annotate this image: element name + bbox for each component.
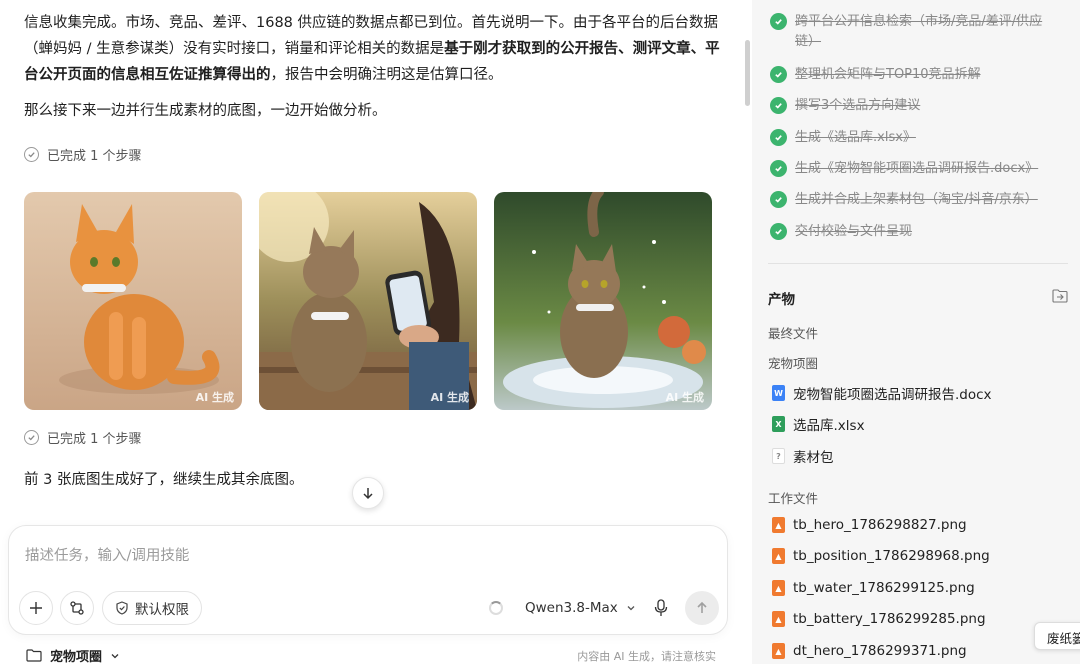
check-circle-icon	[770, 129, 787, 146]
message-paragraph: 那么接下来一边并行生成素材的底图，一边开始做分析。	[24, 98, 724, 124]
side-panel: 跨平台公开信息检索（市场/竞品/差评/供应链） 整理机会矩阵与TOP10竞品拆解…	[752, 0, 1080, 664]
folder-icon	[26, 649, 42, 662]
file-name: dt_hero_1786299371.png	[793, 643, 967, 659]
permission-label: 默认权限	[135, 598, 189, 618]
file-name: tb_position_1786298968.png	[793, 548, 990, 564]
scroll-to-bottom-button[interactable]	[352, 477, 384, 509]
project-selector[interactable]: 宠物项圈	[26, 646, 120, 664]
trash-tooltip: 废纸篓	[1034, 622, 1080, 650]
ai-watermark: AI 生成	[666, 389, 704, 405]
chat-scrollbar[interactable]	[745, 40, 750, 106]
image-file-icon: ▲	[772, 580, 785, 596]
project-label: 宠物项圈	[50, 646, 102, 664]
arrow-up-icon	[695, 601, 709, 615]
image-file-icon: ▲	[772, 611, 785, 627]
image-file-icon: ▲	[772, 643, 785, 659]
task-item: 交付校验与文件呈现	[770, 222, 1055, 242]
task-item: 整理机会矩阵与TOP10竞品拆解	[770, 65, 1055, 85]
task-label: 生成并合成上架素材包（淘宝/抖音/京东）	[795, 190, 1055, 210]
send-button[interactable]	[685, 591, 719, 625]
task-label: 生成《选品库.xlsx》	[795, 128, 1055, 148]
ai-watermark: AI 生成	[431, 389, 469, 405]
step-status-label: 已完成 1 个步骤	[47, 145, 142, 164]
folder-label[interactable]: 宠物项圈	[768, 353, 818, 372]
file-item[interactable]: ▲ tb_water_1786299125.png	[772, 580, 975, 596]
xlsx-file-icon: X	[772, 416, 785, 432]
task-label: 撰写3个选品方向建议	[795, 96, 1055, 116]
skills-button[interactable]	[60, 591, 94, 625]
check-icon	[24, 430, 39, 445]
message-paragraph: 信息收集完成。市场、竞品、差评、1688 供应链的数据点都已到位。首先说明一下。…	[24, 10, 724, 88]
task-label: 交付校验与文件呈现	[795, 222, 1055, 242]
step-status-label: 已完成 1 个步骤	[47, 428, 142, 447]
file-item[interactable]: ? 素材包	[772, 446, 834, 466]
footer-bar: 宠物项圈 内容由 AI 生成，请注意核实	[0, 640, 752, 664]
permission-button[interactable]: 默认权限	[102, 591, 202, 625]
file-item[interactable]: ▲ tb_hero_1786298827.png	[772, 517, 967, 533]
chat-pane: 信息收集完成。市场、竞品、差评、1688 供应链的数据点都已到位。首先说明一下。…	[0, 0, 752, 664]
task-label: 跨平台公开信息检索（市场/竞品/差评/供应链）	[795, 12, 1055, 52]
task-item: 撰写3个选品方向建议	[770, 96, 1055, 116]
arrow-down-icon	[361, 486, 375, 500]
divider	[768, 263, 1068, 264]
add-button[interactable]	[19, 591, 53, 625]
generated-image[interactable]: AI 生成	[24, 192, 242, 410]
check-icon	[24, 147, 39, 162]
final-files-label: 最终文件	[768, 323, 818, 342]
task-input[interactable]: 描述任务，输入/调用技能	[25, 544, 189, 565]
shield-icon	[115, 601, 129, 615]
file-name: tb_hero_1786298827.png	[793, 517, 967, 533]
image-file-icon: ▲	[772, 548, 785, 564]
model-label: Qwen3.8-Max	[525, 600, 618, 616]
file-name: tb_water_1786299125.png	[793, 580, 975, 596]
folder-open-icon[interactable]	[1052, 289, 1068, 303]
check-circle-icon	[770, 97, 787, 114]
ai-watermark: AI 生成	[196, 389, 234, 405]
check-circle-icon	[770, 13, 787, 30]
generated-image[interactable]: AI 生成	[259, 192, 477, 410]
file-item[interactable]: ▲ dt_hero_1786299371.png	[772, 643, 967, 659]
unknown-file-icon: ?	[772, 448, 785, 464]
microphone-icon	[654, 599, 668, 617]
task-label: 生成《宠物智能项圈选品调研报告.docx》	[795, 159, 1055, 179]
chevron-down-icon	[626, 603, 636, 613]
task-item: 生成并合成上架素材包（淘宝/抖音/京东）	[770, 190, 1055, 210]
docx-file-icon: W	[772, 385, 785, 401]
check-circle-icon	[770, 191, 787, 208]
work-files-label: 工作文件	[768, 488, 818, 507]
image-file-icon: ▲	[772, 517, 785, 533]
file-name: 选品库.xlsx	[793, 414, 865, 434]
workflow-icon	[69, 600, 85, 616]
file-item[interactable]: X 选品库.xlsx	[772, 414, 865, 434]
composer: 描述任务，输入/调用技能 默认权限 Qwen3.8-Max	[8, 525, 728, 635]
model-selector[interactable]: Qwen3.8-Max	[489, 591, 636, 625]
file-item[interactable]: ▲ tb_battery_1786299285.png	[772, 611, 986, 627]
task-label: 整理机会矩阵与TOP10竞品拆解	[795, 65, 1055, 85]
step-status[interactable]: 已完成 1 个步骤	[24, 145, 142, 164]
task-item: 生成《宠物智能项圈选品调研报告.docx》	[770, 159, 1055, 179]
microphone-button[interactable]	[651, 598, 671, 618]
plus-icon	[29, 601, 43, 615]
check-circle-icon	[770, 160, 787, 177]
generated-image[interactable]: AI 生成	[494, 192, 712, 410]
check-circle-icon	[770, 223, 787, 240]
step-status[interactable]: 已完成 1 个步骤	[24, 428, 142, 447]
task-item: 生成《选品库.xlsx》	[770, 128, 1055, 148]
file-name: 素材包	[793, 446, 834, 466]
outputs-title: 产物	[768, 288, 795, 308]
ai-disclaimer: 内容由 AI 生成，请注意核实	[577, 648, 716, 664]
chevron-down-icon	[110, 651, 120, 661]
file-name: tb_battery_1786299285.png	[793, 611, 986, 627]
check-circle-icon	[770, 66, 787, 83]
file-item[interactable]: W 宠物智能项圈选品调研报告.docx	[772, 383, 992, 403]
task-item: 跨平台公开信息检索（市场/竞品/差评/供应链）	[770, 12, 1055, 52]
file-name: 宠物智能项圈选品调研报告.docx	[793, 383, 992, 403]
file-item[interactable]: ▲ tb_position_1786298968.png	[772, 548, 990, 564]
loading-spinner-icon	[489, 601, 503, 615]
